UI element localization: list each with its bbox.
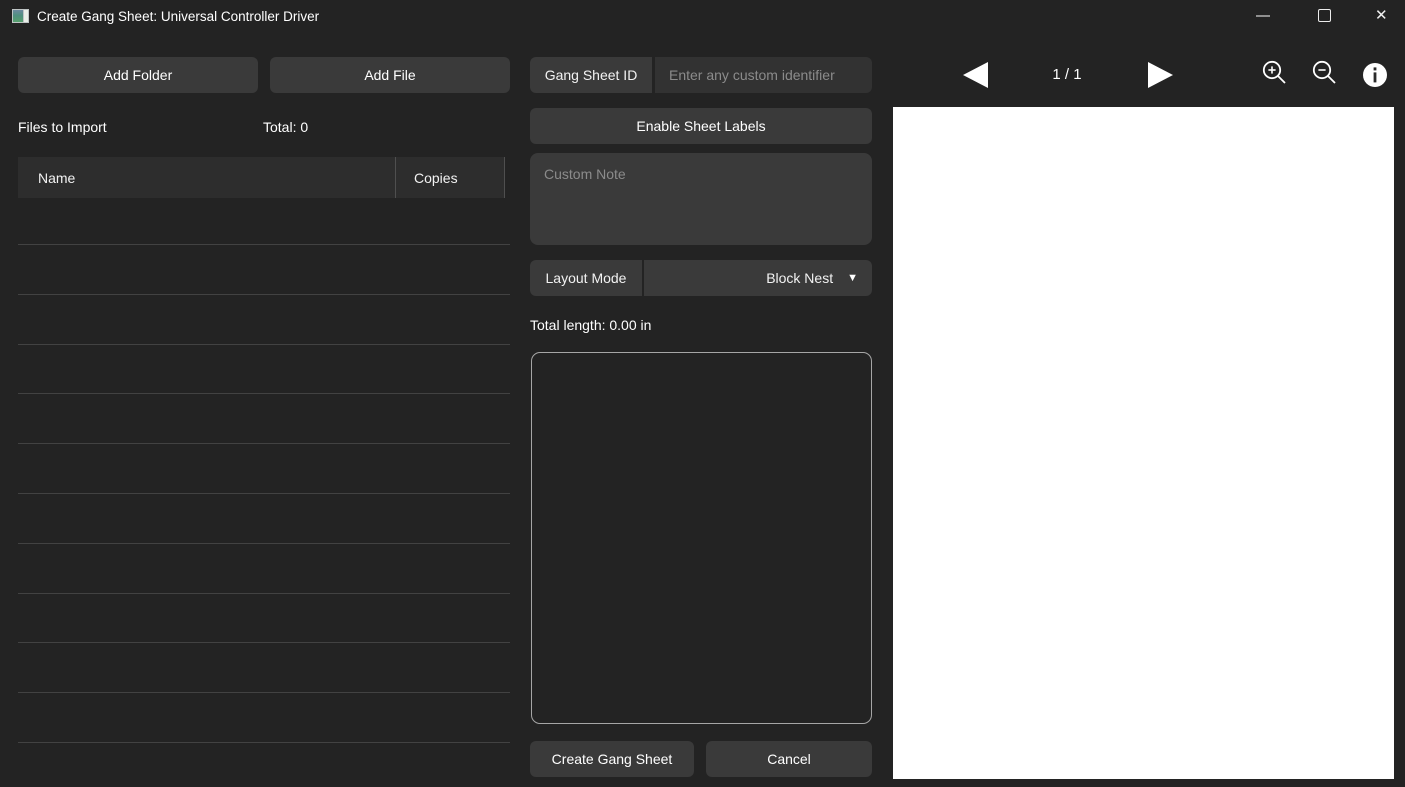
create-gang-sheet-button[interactable]: Create Gang Sheet (530, 741, 694, 777)
custom-note-textarea[interactable] (530, 153, 872, 245)
table-row (18, 295, 510, 345)
sheet-preview-canvas (893, 107, 1394, 779)
custom-note-wrap (530, 153, 872, 245)
table-row (18, 544, 510, 594)
chevron-down-icon: ▼ (847, 272, 858, 284)
table-row (18, 198, 510, 245)
gang-sheet-id-input[interactable] (655, 67, 872, 83)
table-row (18, 693, 510, 743)
table-row (18, 394, 510, 444)
table-row (18, 594, 510, 644)
table-row (18, 444, 510, 494)
next-page-icon[interactable] (1148, 62, 1173, 88)
add-folder-button[interactable]: Add Folder (18, 57, 258, 93)
file-table-header: Name Copies (18, 157, 505, 198)
layout-preview-box (531, 352, 872, 724)
table-row (18, 245, 510, 295)
enable-sheet-labels-button[interactable]: Enable Sheet Labels (530, 108, 872, 144)
info-icon[interactable] (1362, 62, 1388, 88)
page-indicator: 1 / 1 (1036, 66, 1098, 83)
file-table-body (18, 198, 510, 743)
column-header-copies: Copies (395, 157, 505, 198)
table-row (18, 643, 510, 693)
close-icon[interactable]: ✕ (1375, 6, 1388, 26)
layout-mode-label: Layout Mode (530, 260, 642, 296)
add-file-button[interactable]: Add File (270, 57, 510, 93)
layout-mode-dropdown[interactable]: Block Nest ▼ (644, 260, 872, 296)
total-count-label: Total: 0 (263, 119, 308, 135)
cancel-button[interactable]: Cancel (706, 741, 872, 777)
title-bar: Create Gang Sheet: Universal Controller … (0, 0, 1405, 34)
window-title: Create Gang Sheet: Universal Controller … (37, 9, 319, 24)
app-icon (12, 9, 29, 23)
table-row (18, 345, 510, 395)
maximize-icon[interactable] (1318, 9, 1331, 22)
zoom-out-icon[interactable] (1308, 57, 1338, 87)
previous-page-icon[interactable] (963, 62, 988, 88)
files-to-import-label: Files to Import (18, 119, 107, 135)
zoom-in-icon[interactable] (1258, 57, 1288, 87)
minimize-icon[interactable] (1256, 15, 1270, 17)
table-row (18, 494, 510, 544)
gang-sheet-id-label: Gang Sheet ID (530, 57, 652, 93)
total-length-label: Total length: 0.00 in (530, 317, 651, 333)
gang-sheet-id-field-wrap (655, 57, 872, 93)
column-header-name: Name (18, 170, 395, 186)
layout-mode-value: Block Nest (766, 270, 833, 286)
